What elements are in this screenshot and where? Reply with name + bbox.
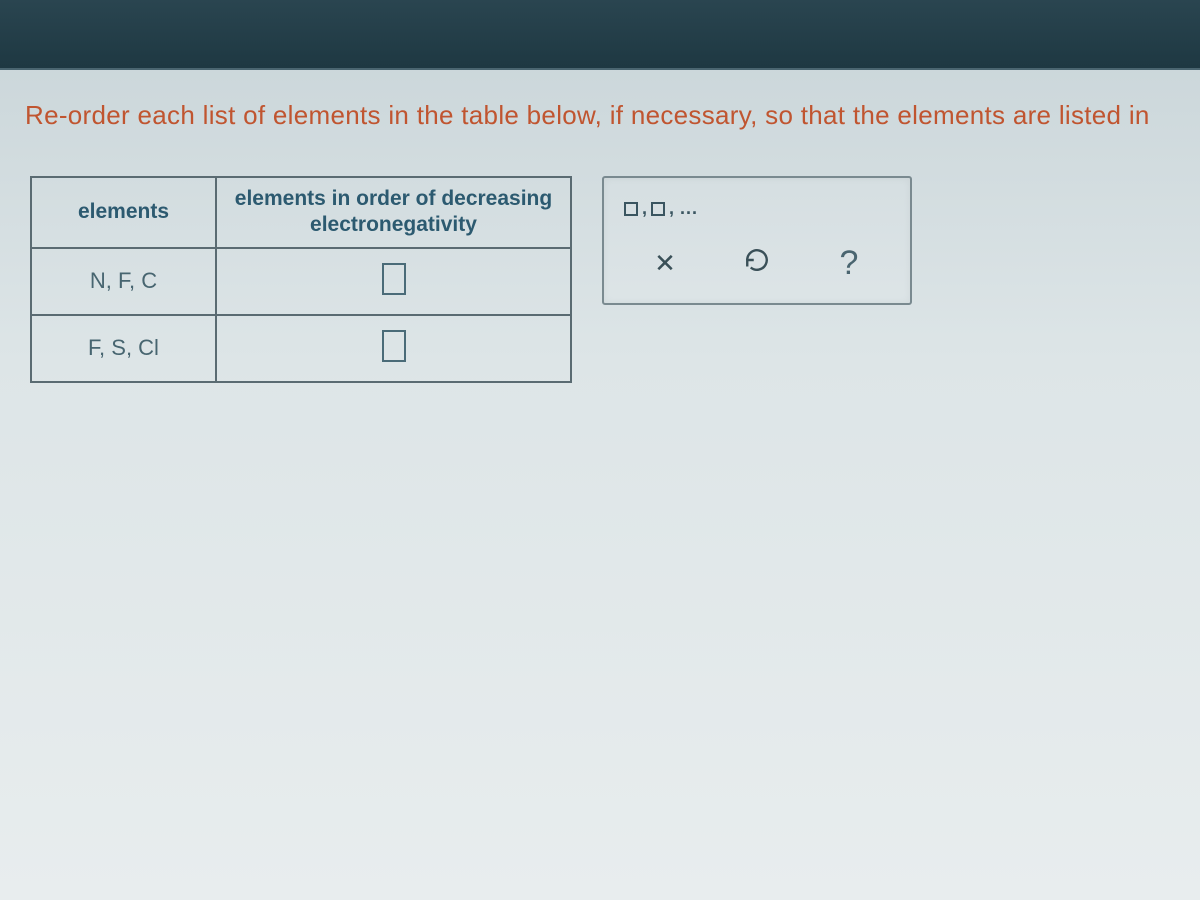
x-icon: ✕ <box>654 248 676 279</box>
reset-button[interactable] <box>737 243 777 283</box>
answer-input-2[interactable] <box>382 330 406 362</box>
content-area: elements elements in order of decreasing… <box>0 176 1200 383</box>
toolbox-row-actions: ✕ ? <box>624 235 890 289</box>
column-header-elements: elements <box>31 177 216 248</box>
pattern-comma: , <box>669 198 674 219</box>
element-list-label: N, F, C <box>90 268 157 293</box>
question-mark-icon: ? <box>840 244 859 283</box>
clear-button[interactable]: ✕ <box>645 243 685 283</box>
input-pattern-button[interactable]: , , ... <box>624 198 698 219</box>
table-row: F, S, Cl <box>31 315 571 382</box>
element-list-label: F, S, Cl <box>88 335 159 360</box>
help-button[interactable]: ? <box>829 243 869 283</box>
toolbox-row-hint: , , ... <box>624 192 890 235</box>
header-bar <box>0 0 1200 70</box>
answer-input-1[interactable] <box>382 263 406 295</box>
pattern-box-icon <box>651 202 665 216</box>
pattern-dots: ... <box>680 198 698 219</box>
pattern-box-icon <box>624 202 638 216</box>
column-header-order: elements in order of decreasing electron… <box>216 177 571 248</box>
elements-table: elements elements in order of decreasing… <box>30 176 572 383</box>
refresh-icon <box>744 247 770 280</box>
question-prompt: Re-order each list of elements in the ta… <box>0 70 1200 176</box>
table-row: N, F, C <box>31 248 571 315</box>
pattern-comma: , <box>642 198 647 219</box>
toolbox-panel: , , ... ✕ ? <box>602 176 912 305</box>
